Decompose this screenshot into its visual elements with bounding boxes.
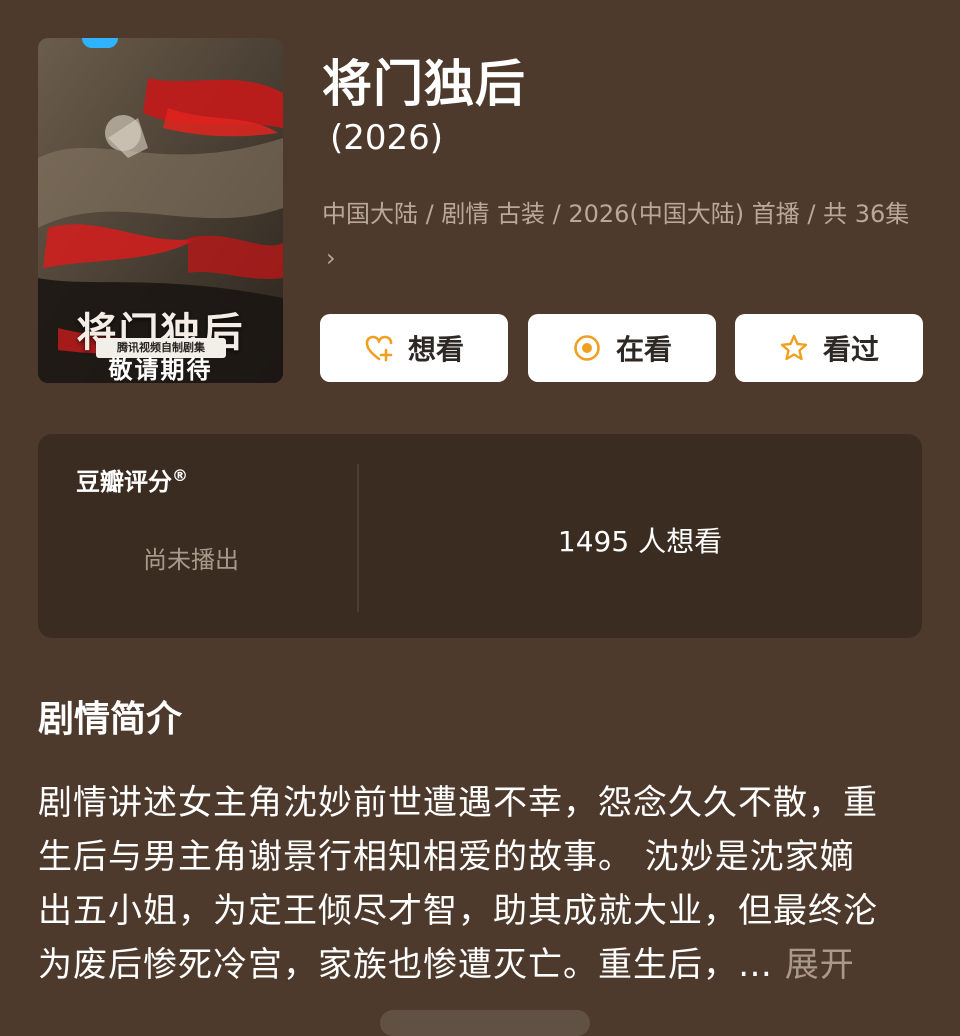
synopsis-text: 剧情讲述女主角沈妙前世遭遇不幸，怨念久久不散，重 生后与男主角谢景行相知相爱的故… (38, 776, 922, 992)
synopsis-line: 为废后惨死冷宫，家族也惨遭灭亡。重生后，… 展开 (38, 938, 922, 992)
synopsis-line-text: 为废后惨死冷宫，家族也惨遭灭亡。重生后，… (38, 945, 785, 985)
want-count: 1495 人想看 (557, 525, 723, 558)
poster-coming-soon: 敬请期待 (108, 356, 213, 383)
synopsis-heading: 剧情简介 (38, 699, 183, 740)
watched-label: 看过 (822, 333, 879, 366)
platform-badge (82, 38, 118, 48)
chevron-right-icon: › (326, 244, 336, 272)
page-title: 将门独后 (322, 55, 526, 113)
synopsis-line: 生后与男主角谢景行相知相爱的故事。 沈妙是沈家嫡 (38, 837, 855, 877)
target-circle-icon (572, 333, 602, 363)
rating-card[interactable]: 豆瓣评分® 尚未播出 1495 人想看 (38, 434, 922, 638)
expand-link[interactable]: 展开 (785, 945, 855, 985)
want-to-watch-button[interactable]: 想看 (320, 314, 508, 382)
synopsis-line: 出五小姐，为定王倾尽才智，助其成就大业，但最终沦 (38, 891, 878, 931)
watching-button[interactable]: 在看 (528, 314, 716, 382)
rating-label-text: 豆瓣评分 (76, 468, 172, 496)
rating-label: 豆瓣评分® (76, 462, 188, 497)
want-to-watch-label: 想看 (407, 333, 464, 366)
meta-text: 中国大陆 / 剧情 古装 / 2026(中国大陆) 首播 / 共 36集 (322, 200, 910, 228)
watched-button[interactable]: 看过 (735, 314, 923, 382)
registered-mark: ® (172, 466, 188, 485)
rating-status: 尚未播出 (143, 546, 239, 574)
release-year: (2026) (330, 118, 444, 158)
star-icon (779, 333, 809, 363)
heart-plus-icon (364, 333, 394, 363)
synopsis-line: 剧情讲述女主角沈妙前世遭遇不幸，怨念久久不散，重 (38, 783, 878, 823)
watching-label: 在看 (615, 333, 672, 366)
poster-image[interactable]: 将门独后 腾讯视频自制剧集 敬请期待 (38, 38, 283, 383)
meta-info[interactable]: 中国大陆 / 剧情 古装 / 2026(中国大陆) 首播 / 共 36集 › (322, 192, 912, 280)
blurred-watermark (380, 1010, 590, 1036)
